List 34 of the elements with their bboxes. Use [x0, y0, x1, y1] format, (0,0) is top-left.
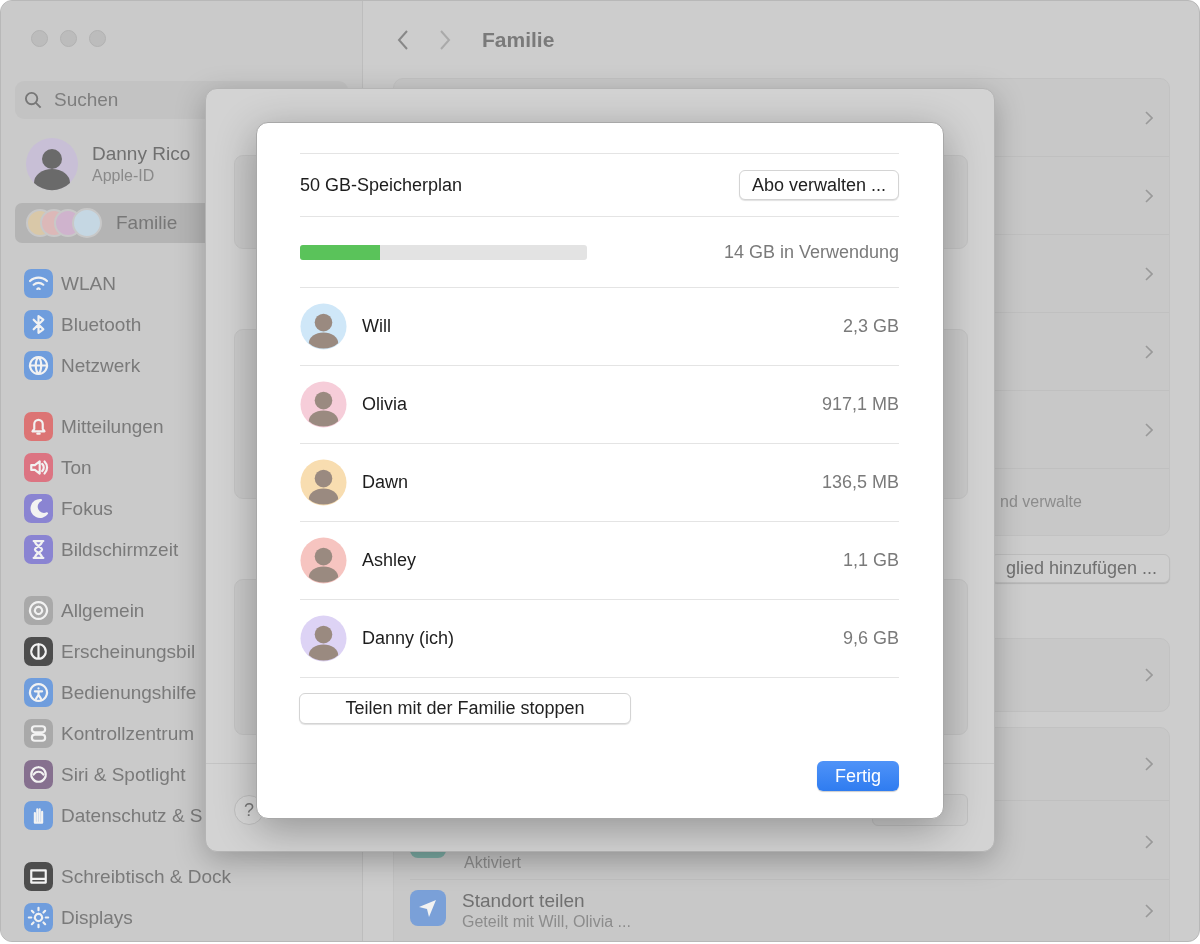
member-usage: 917,1 MB — [821, 394, 899, 415]
member-name: Dawn — [362, 472, 410, 493]
sidebar-item[interactable]: WLAN — [15, 263, 348, 304]
status-text: Aktiviert — [464, 854, 522, 872]
sidebar-item[interactable]: Bluetooth — [15, 304, 348, 345]
sidebar-item[interactable]: Erscheinungsbil — [15, 631, 348, 672]
stop-sharing-button[interactable]: Teilen mit der Familie stoppen — [299, 693, 631, 724]
sidebar-item[interactable]: Bildschirmzeit — [15, 529, 348, 570]
note-text: nd verwalte — [1000, 493, 1082, 511]
sidebar-item[interactable]: Displays — [15, 897, 348, 938]
sidebar-item[interactable]: Ton — [15, 447, 348, 488]
location-subtitle: Geteilt mit Will, Olivia ... — [462, 913, 632, 931]
done-button[interactable]: Fertig — [817, 761, 899, 791]
sidebar-item[interactable]: Schreibtisch & Dock — [15, 856, 348, 897]
member-name: Will — [362, 316, 392, 337]
profile-subtitle: Apple-ID — [92, 166, 156, 185]
sidebar-item[interactable]: Siri & Spotlight — [15, 754, 348, 795]
manage-subscription-button[interactable]: Abo verwalten ... — [738, 170, 899, 200]
location-title: Standort teilen — [462, 890, 586, 912]
usage-text: 14 GB in Verwendung — [723, 241, 899, 263]
member-name: Olivia — [362, 394, 408, 415]
member-name: Ashley — [362, 550, 418, 571]
profile-name: Danny Rico — [92, 142, 191, 165]
sidebar-item[interactable]: Mitteilungen — [15, 406, 348, 447]
plan-name: 50 GB-Speicherplan — [300, 174, 463, 196]
sidebar-item[interactable]: Netzwerk — [15, 345, 348, 386]
sidebar-item[interactable]: Allgemein — [15, 590, 348, 631]
member-usage: 1,1 GB — [842, 550, 899, 571]
sidebar-item[interactable]: Fokus — [15, 488, 348, 529]
member-name: Danny (ich) — [362, 628, 456, 649]
member-usage: 9,6 GB — [842, 628, 899, 649]
page-title: Familie — [482, 27, 555, 52]
member-usage: 2,3 GB — [842, 316, 899, 337]
member-usage: 136,5 MB — [821, 472, 899, 493]
